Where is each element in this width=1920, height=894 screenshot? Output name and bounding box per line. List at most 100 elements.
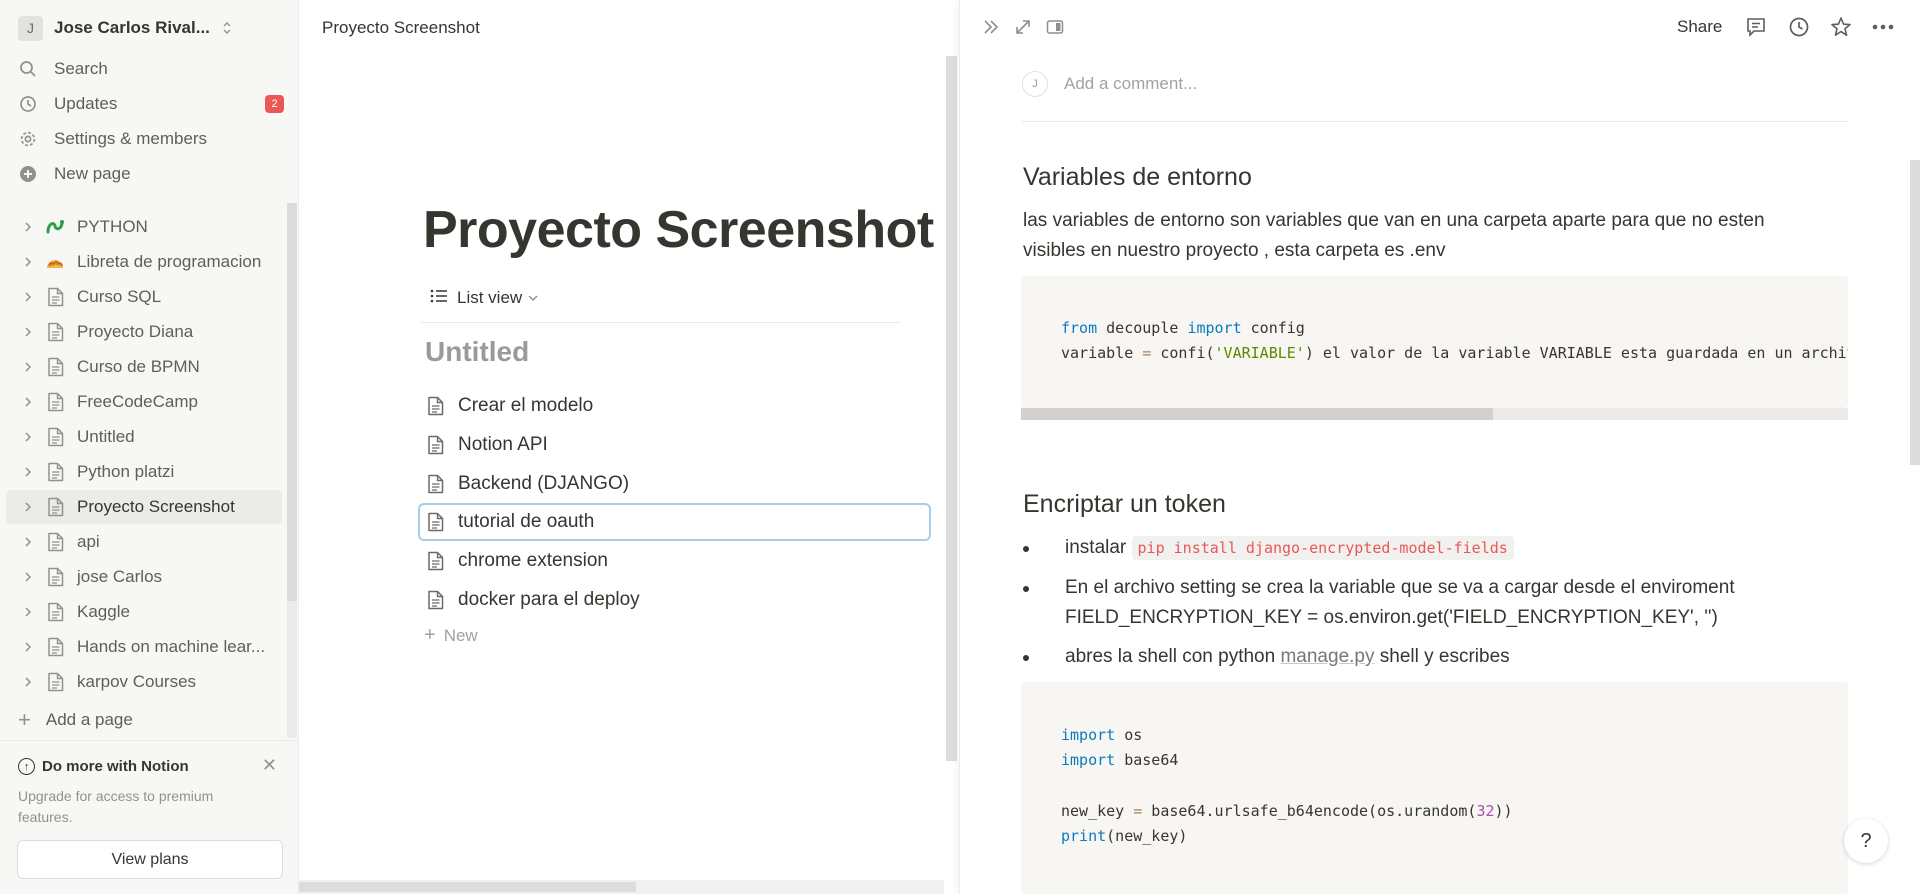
sidebar-item-kaggle[interactable]: Kaggle [6,595,282,629]
comment-divider [1022,121,1848,122]
page-icon [44,671,66,693]
sidebar-item-curso-de-bpmn[interactable]: Curso de BPMN [6,350,282,384]
heading-variables-entorno[interactable]: Variables de entorno [1023,163,1252,192]
sidebar-search[interactable]: Search [18,53,286,85]
star-icon[interactable] [1828,14,1854,40]
sidebar-item-curso-sql[interactable]: Curso SQL [6,280,282,314]
workspace-name: Jose Carlos Rival... [54,18,210,37]
sidebar-item-jose-carlos[interactable]: jose Carlos [6,560,282,594]
help-button[interactable]: ? [1844,819,1888,863]
sidebar-item-proyecto-diana[interactable]: Proyecto Diana [6,315,282,349]
page-icon [44,496,66,518]
sidebar-item-python[interactable]: PYTHON [6,210,282,244]
code-token: 32 [1476,802,1495,820]
code-scrollbar[interactable] [1021,408,1493,420]
sidebar-updates[interactable]: Updates 2 [18,88,286,120]
list-item[interactable]: Crear el modelo [420,389,930,423]
chevron-right-icon[interactable] [18,536,38,548]
view-plans-button[interactable]: View plans [17,840,283,879]
page-icon [44,601,66,623]
chevron-right-icon[interactable] [18,431,38,443]
close-icon[interactable]: ✕ [262,755,277,776]
plus-icon: + [18,707,31,732]
code-block-token[interactable]: import os import base64 new_key = base64… [1021,682,1848,894]
list-item[interactable]: Backend (DJANGO) [420,467,930,501]
paragraph-variables[interactable]: las variables de entorno son variables q… [1023,206,1813,266]
double-chevron-right-icon[interactable] [980,14,1002,40]
chevron-right-icon[interactable] [18,396,38,408]
add-comment[interactable]: J Add a comment... [1022,71,1197,97]
bullet-text: instalar [1065,537,1132,558]
group-title[interactable]: Untitled [425,336,529,368]
page-title[interactable]: Proyecto Screenshot [423,200,934,260]
sidebar-item-hands-on-machine-lear[interactable]: Hands on machine lear... [6,630,282,664]
list-view-tab[interactable]: List view [430,288,538,308]
code-token: from [1061,319,1098,337]
sidebar-new-page[interactable]: New page [18,158,286,190]
sidebar-item-untitled[interactable]: Untitled [6,420,282,454]
main-page: Proyecto Screenshot Proyecto Screenshot … [299,0,959,894]
page-icon [44,461,66,483]
chevron-right-icon[interactable] [18,466,38,478]
more-icon[interactable] [1870,14,1896,40]
list-item[interactable]: instalar pip install django-encrypted-mo… [1023,533,1825,563]
comment-input[interactable]: Add a comment... [1064,74,1197,94]
code-token: base64 [1142,802,1206,820]
chevron-down-icon [528,291,538,305]
comment-icon[interactable] [1743,14,1769,40]
list-item[interactable]: abres la shell con python manage.py shel… [1023,642,1825,672]
sidebar-scrollbar[interactable] [287,203,297,601]
sidebar-item-api[interactable]: api [6,525,282,559]
list-item[interactable]: chrome extension [420,544,930,578]
side-peek-icon[interactable] [1044,14,1066,40]
chevron-right-icon[interactable] [18,326,38,338]
peek-scrollbar[interactable] [1910,160,1920,465]
history-icon[interactable] [1786,14,1812,40]
share-button[interactable]: Share [1677,17,1722,37]
notion-app: J Jose Carlos Rival... Search Updates 2 … [0,0,1920,894]
heading-encriptar-token[interactable]: Encriptar un token [1023,490,1226,519]
inline-code: pip install django-encrypted-model-field… [1131,536,1514,560]
sidebar-item-karpov-courses[interactable]: karpov Courses [6,665,282,699]
code-token: base64 [1115,751,1179,769]
code-block-env[interactable]: from decouple import config variable = c… [1021,276,1848,408]
chevron-right-icon[interactable] [18,641,38,653]
list-item[interactable]: Notion API [420,428,930,462]
list-item[interactable]: tutorial de oauth [418,503,931,542]
chevron-right-icon[interactable] [18,221,38,233]
add-page-button[interactable]: + Add a page [16,704,133,736]
chevron-right-icon[interactable] [18,606,38,618]
sidebar-item-label: Libreta de programacion [77,252,262,271]
search-icon [18,59,38,79]
chevron-right-icon[interactable] [18,571,38,583]
chevron-right-icon[interactable] [18,501,38,513]
sidebar-item-proyecto-screenshot[interactable]: Proyecto Screenshot [6,490,282,524]
code-token: = [1142,344,1152,362]
breadcrumb[interactable]: Proyecto Screenshot [322,18,480,38]
main-scrollbar[interactable] [946,56,957,761]
horizontal-scrollbar[interactable] [299,882,636,892]
list-item-title: Crear el modelo [458,395,594,416]
list-item-title: tutorial de oauth [458,511,595,533]
sidebar-settings[interactable]: Settings & members [18,123,286,155]
manage-py-link[interactable]: manage.py [1280,646,1374,667]
sidebar-item-label: Proyecto Diana [77,322,194,341]
workspace-avatar: J [18,15,43,41]
page-icon [44,321,66,343]
code-token: ) el valor de la variable VARIABLE esta … [1304,344,1848,362]
page-icon [44,391,66,413]
list-item[interactable]: docker para el deploy [420,583,930,617]
chevron-right-icon[interactable] [18,256,38,268]
sidebar-item-python-platzi[interactable]: Python platzi [6,455,282,489]
gear-icon [18,129,38,149]
chevron-right-icon[interactable] [18,676,38,688]
workspace-switcher[interactable]: J Jose Carlos Rival... [18,14,232,42]
python-icon [44,216,66,238]
list-item[interactable]: En el archivo setting se crea la variabl… [1023,573,1825,633]
sidebar-item-freecodecamp[interactable]: FreeCodeCamp [6,385,282,419]
chevron-right-icon[interactable] [18,361,38,373]
chevron-right-icon[interactable] [18,291,38,303]
new-item-button[interactable]: + New [424,624,478,647]
expand-icon[interactable] [1012,14,1034,40]
sidebar-item-libreta-de-programacion[interactable]: Libreta de programacion [6,245,282,279]
